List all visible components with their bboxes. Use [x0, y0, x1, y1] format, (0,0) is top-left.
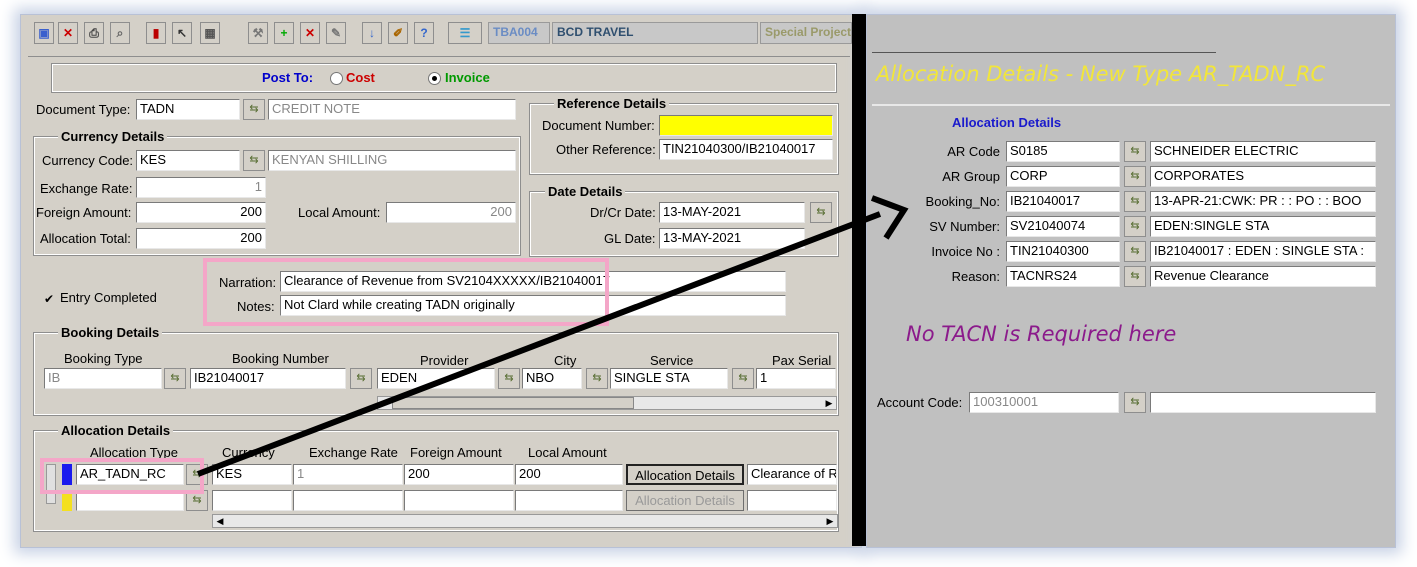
annotation-arrow: [196, 195, 909, 477]
arrow-line: [196, 211, 882, 477]
